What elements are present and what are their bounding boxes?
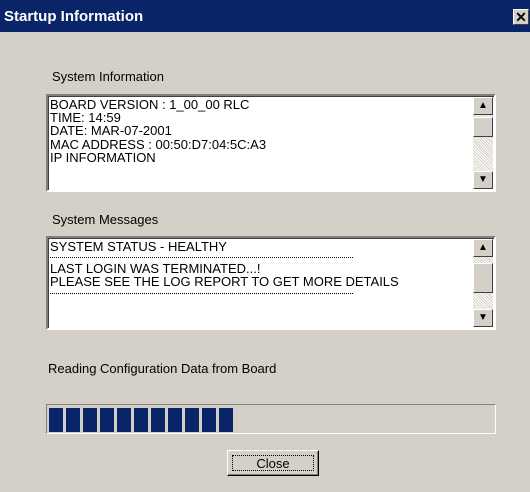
close-button-label: Close <box>256 456 290 471</box>
system-information-label: System Information <box>52 69 164 84</box>
scroll-thumb[interactable] <box>473 263 493 293</box>
progress-block <box>168 408 182 432</box>
list-item: DATE: MAR-07-2001 <box>50 123 172 139</box>
scroll-thumb[interactable] <box>473 117 493 137</box>
system-messages-label: System Messages <box>52 212 159 227</box>
close-button[interactable]: Close <box>227 450 319 476</box>
progress-label: Reading Configuration Data from Board <box>48 361 277 376</box>
progress-block <box>219 408 233 432</box>
system-information-listbox[interactable]: BOARD VERSION : 1_00_00 RLC TIME: 14:59 … <box>46 94 496 192</box>
separator-line <box>50 292 353 294</box>
progress-block <box>83 408 97 432</box>
scroll-down-icon[interactable]: ▼ <box>473 309 493 327</box>
progress-block <box>151 408 165 432</box>
scroll-up-icon[interactable]: ▲ <box>473 97 493 115</box>
close-window-icon[interactable]: ✕ <box>513 9 529 25</box>
system-messages-lines: SYSTEM STATUS - HEALTHY LAST LOGIN WAS T… <box>50 240 399 298</box>
vertical-scrollbar[interactable]: ▲ ▼ <box>473 239 493 327</box>
scroll-up-icon[interactable]: ▲ <box>473 239 493 257</box>
progress-block <box>202 408 216 432</box>
system-messages-listbox[interactable]: SYSTEM STATUS - HEALTHY LAST LOGIN WAS T… <box>46 236 496 330</box>
window-title: Startup Information <box>4 8 144 25</box>
vertical-scrollbar[interactable]: ▲ ▼ <box>473 97 493 189</box>
list-item: MAC ADDRESS : 00:50:D7:04:5C:A3 <box>50 136 267 152</box>
progress-bar <box>46 404 496 434</box>
list-item: SYSTEM STATUS - HEALTHY <box>50 239 227 254</box>
startup-information-dialog: Startup Information ✕ System Information… <box>0 0 530 492</box>
progress-fill <box>49 408 233 432</box>
system-information-lines: BOARD VERSION : 1_00_00 RLC TIME: 14:59 … <box>50 98 266 164</box>
progress-block <box>185 408 199 432</box>
separator-line <box>50 257 353 259</box>
list-item: PLEASE SEE THE LOG REPORT TO GET MORE DE… <box>50 274 399 290</box>
progress-block <box>49 408 63 432</box>
title-bar: Startup Information ✕ <box>0 0 530 32</box>
progress-block <box>100 408 114 432</box>
progress-block <box>66 408 80 432</box>
list-item: IP INFORMATION <box>50 149 156 165</box>
progress-block <box>117 408 131 432</box>
progress-block <box>134 408 148 432</box>
scroll-down-icon[interactable]: ▼ <box>473 171 493 189</box>
